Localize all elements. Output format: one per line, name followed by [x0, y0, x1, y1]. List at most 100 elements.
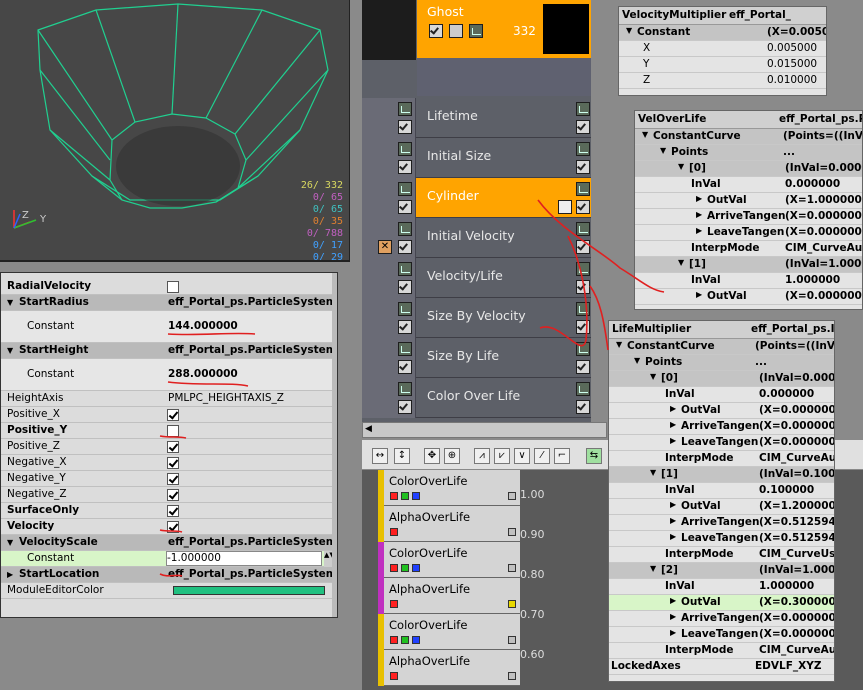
property-row-positive-x[interactable]: Positive_X — [1, 407, 334, 423]
module-velocity-life[interactable]: Velocity/Life — [362, 258, 591, 298]
checkbox[interactable] — [167, 505, 179, 517]
graph-icon[interactable] — [576, 222, 590, 236]
window-row[interactable]: InVal 0.000000 — [635, 177, 862, 193]
window-row[interactable]: ▼ Points... — [635, 145, 862, 161]
enable-check-icon[interactable] — [398, 320, 412, 334]
track-toggle[interactable] — [508, 672, 516, 680]
graph-icon[interactable] — [576, 302, 590, 316]
enable-check-icon[interactable] — [576, 280, 590, 294]
window-row[interactable]: ▶ OutVal (X=0.000000, — [635, 289, 862, 305]
property-value[interactable]: -1.000000 — [166, 551, 322, 566]
track-toggle[interactable] — [508, 564, 516, 572]
expand-down-icon[interactable]: ▼ — [626, 26, 632, 35]
window-row[interactable]: ▶ LeaveTangen (X=0.000000 — [609, 627, 834, 643]
graph-icon[interactable] — [576, 142, 590, 156]
checkbox[interactable] — [167, 425, 179, 437]
expand-right-icon[interactable]: ▶ — [670, 596, 676, 605]
channel-toggle[interactable] — [401, 636, 409, 644]
window-row[interactable]: ▶ LeaveTangen (X=0.000000 — [609, 435, 834, 451]
scroll-left-icon[interactable]: ◀ — [365, 424, 372, 434]
fit-horizontal-icon[interactable]: ↔ — [372, 448, 388, 464]
enable-check-icon[interactable] — [576, 320, 590, 334]
graph-icon[interactable] — [576, 382, 590, 396]
fit-vertical-icon[interactable]: ↕ — [394, 448, 410, 464]
tangent-user-icon[interactable]: ⩗ — [494, 448, 510, 464]
enable-check-icon[interactable] — [398, 160, 412, 174]
curve-track[interactable]: AlphaOverLife — [378, 578, 520, 614]
window-row[interactable]: InterpMode CIM_CurveAu — [609, 451, 834, 467]
channel-toggle[interactable] — [390, 600, 398, 608]
window-row[interactable]: ▶ OutVal (X=0.000000 — [609, 403, 834, 419]
channel-toggle[interactable] — [390, 636, 398, 644]
expand-down-icon[interactable]: ▼ — [678, 258, 684, 267]
property-row-startradius[interactable]: ▼ StartRadius eff_Portal_ps.ParticleSystem… — [1, 295, 337, 311]
emitter-column[interactable]: Ghost 332 Lifetime Initial Size Cylinder ✕ I… — [362, 0, 591, 422]
module-initial-velocity[interactable]: ✕ Initial Velocity — [362, 218, 591, 258]
window-row[interactable]: ▼ [1] (InVal=0.1000 — [609, 467, 834, 483]
expand-right-icon[interactable]: ▶ — [696, 226, 702, 235]
channel-toggle[interactable] — [412, 564, 420, 572]
channel-toggle[interactable] — [412, 492, 420, 500]
window-row[interactable]: ▼ [0] (InVal=0.0000 — [609, 371, 834, 387]
life-multiplier-window[interactable]: LifeMultiplier eff_Portal_ps.I ▼ Constant… — [608, 320, 835, 682]
window-row[interactable]: ▶ ArriveTangen (X=0.512594 — [609, 515, 834, 531]
graph-icon[interactable] — [398, 262, 412, 276]
property-row-negative-z[interactable]: Negative_Z — [1, 487, 334, 503]
graph-icon[interactable] — [398, 142, 412, 156]
emitter-header[interactable]: Ghost 332 — [417, 0, 591, 58]
expand-down-icon[interactable]: ▼ — [650, 372, 656, 381]
enable-check-icon[interactable] — [398, 240, 412, 254]
enable-check-icon[interactable] — [576, 120, 590, 134]
enable-check-icon[interactable] — [576, 400, 590, 414]
window-row[interactable]: InterpMode CIM_CurveAu — [635, 241, 862, 257]
expand-right-icon[interactable]: ▶ — [696, 290, 702, 299]
window-row[interactable]: ▶ LeaveTangen (X=0.512594 — [609, 531, 834, 547]
window-row[interactable]: InVal 0.000000 — [609, 387, 834, 403]
curve-track[interactable]: ColorOverLife — [378, 614, 520, 650]
checkbox[interactable] — [167, 281, 179, 293]
expand-down-icon[interactable]: ▼ — [7, 538, 13, 547]
pan-icon[interactable]: ✥ — [424, 448, 440, 464]
checkbox[interactable] — [167, 409, 179, 421]
curve-track[interactable]: ColorOverLife — [378, 470, 520, 506]
property-value[interactable]: 288.000000 — [168, 368, 238, 380]
module-initial-size[interactable]: Initial Size — [362, 138, 591, 178]
expand-right-icon[interactable]: ▶ — [670, 500, 676, 509]
property-row-velocity[interactable]: Velocity — [1, 519, 334, 535]
enable-check-icon[interactable] — [576, 360, 590, 374]
particle-preview-viewport[interactable]: Z Y 26/ 332 0/ 65 0/ 65 0/ 35 0/ 788 0/ 17 0/ … — [0, 0, 350, 262]
module-size-by-life[interactable]: Size By Life — [362, 338, 591, 378]
enable-check-icon[interactable] — [429, 24, 443, 38]
checkbox[interactable] — [167, 457, 179, 469]
close-icon[interactable]: ✕ — [378, 240, 392, 254]
enable-check-icon[interactable] — [398, 200, 412, 214]
velocity-multiplier-window[interactable]: VelocityMultiplier eff_Portal_ ▼ Constant… — [618, 6, 827, 96]
expand-down-icon[interactable]: ▼ — [7, 298, 13, 307]
expand-down-icon[interactable]: ▼ — [616, 340, 622, 349]
tangent-auto-icon[interactable]: ⩘ — [474, 448, 490, 464]
expand-right-icon[interactable]: ▶ — [670, 516, 676, 525]
track-toggle[interactable] — [508, 528, 516, 536]
checkbox[interactable] — [167, 521, 179, 533]
enable-check-icon[interactable] — [398, 400, 412, 414]
property-row-constant[interactable]: Constant ▲▼ -1.000000 — [1, 551, 335, 567]
window-row[interactable]: ▼ [0] (InVal=0.0000 — [635, 161, 862, 177]
window-row[interactable]: Y 0.015000 — [619, 57, 826, 73]
module-lifetime[interactable]: Lifetime — [362, 98, 591, 138]
property-row-velocityscale[interactable]: ▼ VelocityScale eff_Portal_ps.ParticleSyst… — [1, 535, 337, 551]
expand-down-icon[interactable]: ▼ — [660, 146, 666, 155]
expand-down-icon[interactable]: ▼ — [678, 162, 684, 171]
window-row[interactable]: ▶ OutVal (X=1.000000, — [635, 193, 862, 209]
window-row[interactable]: ▶ ArriveTangen (X=0.000000, — [635, 209, 862, 225]
graph-icon[interactable] — [398, 302, 412, 316]
expand-right-icon[interactable]: ▶ — [7, 570, 13, 579]
property-row-moduleeditorcolor[interactable]: ModuleEditorColor — [1, 583, 334, 599]
window-row[interactable]: ▶ OutVal (X=1.200000 — [609, 499, 834, 515]
property-row-constant[interactable]: Constant 288.000000 — [1, 359, 334, 391]
curve-icon[interactable] — [469, 24, 483, 38]
window-row[interactable]: InVal 1.000000 — [609, 579, 834, 595]
window-row[interactable]: ▶ ArriveTangen (X=0.000000 — [609, 611, 834, 627]
graph-icon[interactable] — [576, 262, 590, 276]
curve-track[interactable]: AlphaOverLife — [378, 506, 520, 542]
window-row[interactable]: ▼ ConstantCurve (Points=((InV — [609, 339, 834, 355]
